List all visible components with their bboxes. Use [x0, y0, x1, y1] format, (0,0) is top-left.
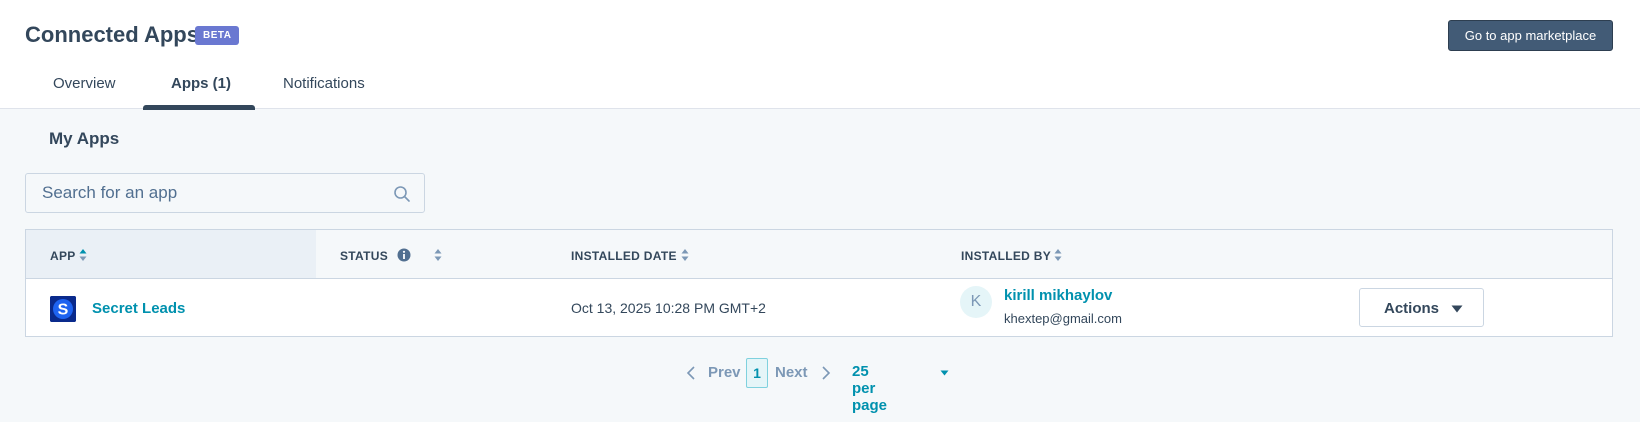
app-logo-icon: S — [50, 296, 76, 322]
apps-table: APP STATUS INSTALLED DATE INSTALLED BY S… — [25, 229, 1613, 337]
go-to-marketplace-button[interactable]: Go to app marketplace — [1448, 20, 1613, 51]
tab-notifications[interactable]: Notifications — [283, 75, 365, 92]
tab-apps[interactable]: Apps (1) — [171, 75, 231, 92]
actions-label: Actions — [1384, 300, 1440, 317]
avatar: K — [960, 286, 992, 318]
chevron-left-icon[interactable] — [686, 366, 696, 380]
tab-overview[interactable]: Overview — [53, 75, 116, 92]
beta-badge: BETA — [195, 26, 240, 45]
column-header-app[interactable]: APP — [50, 249, 76, 263]
sort-icon[interactable] — [79, 248, 87, 262]
search-box — [25, 173, 425, 213]
app-name-link[interactable]: Secret Leads — [92, 300, 185, 317]
search-icon[interactable] — [393, 185, 411, 203]
page-header: Connected Apps BETA Go to app marketplac… — [0, 0, 1640, 110]
installed-date: Oct 13, 2025 10:28 PM GMT+2 — [571, 300, 766, 316]
installer-name-link[interactable]: kirill mikhaylov — [1004, 287, 1112, 304]
page-title: Connected Apps — [25, 22, 199, 47]
installer-email: khextep@gmail.com — [1004, 311, 1122, 326]
column-header-installed-by[interactable]: INSTALLED BY — [961, 249, 1051, 263]
caret-down-icon[interactable] — [940, 370, 949, 376]
sort-icon[interactable] — [434, 248, 442, 262]
active-tab-indicator — [143, 105, 255, 110]
svg-text:S: S — [58, 302, 69, 319]
per-page-dropdown[interactable]: 25 per page — [852, 363, 887, 414]
page-number-button[interactable]: 1 — [746, 358, 768, 388]
next-page-button[interactable]: Next — [775, 364, 808, 381]
sort-icon[interactable] — [1054, 248, 1062, 262]
column-header-status[interactable]: STATUS — [340, 249, 388, 263]
search-input[interactable] — [26, 174, 386, 212]
table-header: APP STATUS INSTALLED DATE INSTALLED BY — [26, 230, 1612, 279]
sort-icon[interactable] — [681, 248, 689, 262]
column-header-installed-date[interactable]: INSTALLED DATE — [571, 249, 677, 263]
section-title: My Apps — [49, 129, 120, 148]
info-icon[interactable] — [397, 248, 411, 262]
actions-dropdown-button[interactable]: Actions — [1359, 288, 1484, 327]
chevron-right-icon[interactable] — [821, 366, 831, 380]
caret-down-icon — [1451, 305, 1463, 313]
prev-page-button[interactable]: Prev — [708, 364, 741, 381]
